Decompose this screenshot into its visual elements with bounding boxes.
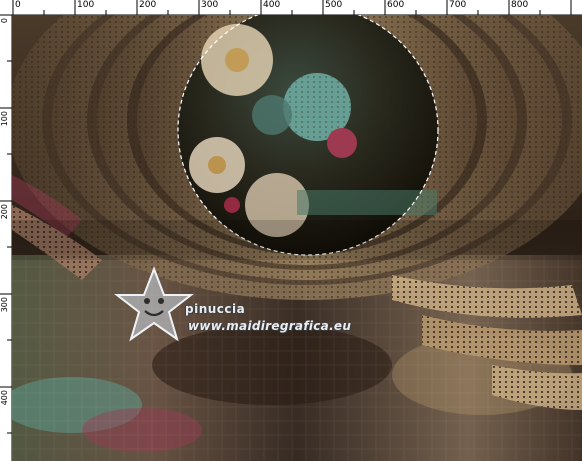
- ruler-label-700: 700: [449, 0, 467, 10]
- star-logo-icon: [114, 266, 194, 342]
- vruler-label-0: 0: [0, 18, 9, 24]
- watermark-name: pinuccia: [185, 302, 246, 316]
- ruler-label-500: 500: [325, 0, 343, 10]
- ruler-label-600: 600: [387, 0, 405, 10]
- vruler-label-100: 100: [0, 111, 9, 127]
- ruler-label-800: 800: [511, 0, 529, 10]
- watermark-url: www.maidiregrafica.eu: [188, 319, 352, 333]
- ruler-label-100: 100: [77, 0, 95, 10]
- ruler-label-200: 200: [139, 0, 157, 10]
- vertical-ruler: 0 100 200 300 400: [0, 15, 12, 461]
- ruler-label-300: 300: [201, 0, 219, 10]
- watermark: pinuccia www.maidiregrafica.eu: [112, 265, 472, 365]
- selection-region: [177, 15, 439, 256]
- ruler-label-0: 0: [15, 0, 21, 10]
- vruler-label-300: 300: [0, 297, 9, 313]
- vruler-label-200: 200: [0, 204, 9, 220]
- artwork: [12, 15, 582, 461]
- horizontal-ruler: 0 100 200 300 400 500 600 700 800: [0, 0, 582, 15]
- ruler-label-400: 400: [263, 0, 281, 10]
- image-canvas[interactable]: pinuccia www.maidiregrafica.eu: [12, 15, 582, 461]
- vruler-label-400: 400: [0, 390, 9, 406]
